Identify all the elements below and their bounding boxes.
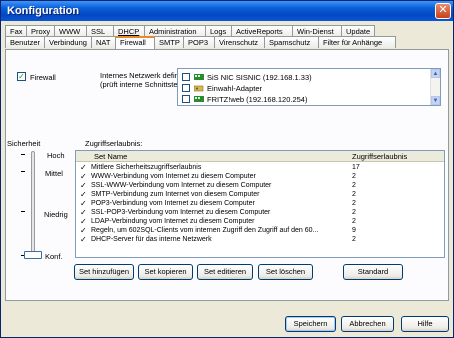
security-level-high: Hoch <box>47 151 65 160</box>
rule-checkbox[interactable]: ✓ <box>80 182 87 190</box>
column-header-set-name[interactable]: Set Name <box>94 152 127 161</box>
rule-checkbox[interactable]: ✓ <box>80 218 87 226</box>
access-rules-list[interactable]: Set Name Zugriffserlaubnis ✓ Mittlere Si… <box>75 150 445 258</box>
firewall-checkbox[interactable]: ✓ <box>17 72 26 81</box>
tab-smtp[interactable]: SMTP <box>154 36 184 48</box>
rule-count: 9 <box>352 227 356 234</box>
save-button[interactable]: Speichern <box>285 316 336 332</box>
add-set-button[interactable]: Set hinzufügen <box>74 264 134 280</box>
tab-dhcp-label: DHCP <box>118 27 140 36</box>
network-item-checkbox[interactable] <box>182 95 190 103</box>
rule-name: DHCP-Server für das interne Netzwerk <box>91 236 212 243</box>
edit-set-button[interactable]: Set editieren <box>197 264 253 280</box>
access-label: Zugriffserlaubnis: <box>85 139 143 148</box>
delete-set-button[interactable]: Set löschen <box>258 264 313 280</box>
tab-filter-anhaenge[interactable]: Filter für Anhänge <box>318 36 396 48</box>
scroll-down-icon[interactable]: ▼ <box>431 96 440 105</box>
slider-tick <box>21 171 25 172</box>
network-item-label: Einwahl-Adapter <box>207 83 263 93</box>
network-item[interactable]: Einwahl-Adapter <box>182 83 262 93</box>
rule-count: 17 <box>352 164 360 171</box>
close-button[interactable]: ✕ <box>435 3 451 19</box>
modem-icon <box>194 85 204 92</box>
rule-count: 2 <box>352 218 356 225</box>
cancel-button[interactable]: Abbrechen <box>341 316 394 332</box>
configuration-window: Konfiguration ✕ Fax Proxy WWW SSL DHCP A… <box>0 0 454 338</box>
rule-name: SSL-POP3-Verbindung vom Internet zu dies… <box>91 209 271 216</box>
network-item-label: FRITZ!web (192.168.120.254) <box>207 94 308 104</box>
table-row[interactable]: ✓ WWW-Verbindung vom Internet zu diesem … <box>76 173 444 181</box>
network-card-icon <box>194 74 204 80</box>
tab-benutzer[interactable]: Benutzer <box>5 36 45 48</box>
table-row[interactable]: ✓ DHCP-Server für das interne Netzwerk 2 <box>76 236 444 244</box>
internal-network-list[interactable]: SiS NIC SISNIC (192.168.1.33) Einwahl-Ad… <box>177 68 441 106</box>
rule-name: WWW-Verbindung vom Internet zu diesem Co… <box>91 173 256 180</box>
slider-tick <box>21 211 25 212</box>
rule-count: 2 <box>352 182 356 189</box>
network-item[interactable]: SiS NIC SISNIC (192.168.1.33) <box>182 72 312 82</box>
tab-verbindung[interactable]: Verbindung <box>44 36 92 48</box>
rule-checkbox[interactable]: ✓ <box>80 164 87 172</box>
security-slider-track[interactable] <box>31 151 35 257</box>
table-row[interactable]: ✓ SMTP-Verbindung zum Internet von diese… <box>76 191 444 199</box>
network-item-checkbox[interactable] <box>182 84 190 92</box>
rule-checkbox[interactable]: ✓ <box>80 209 87 217</box>
table-row[interactable]: ✓ SSL-POP3-Verbindung vom Internet zu di… <box>76 209 444 217</box>
rule-name: Regeln, um 602SQL-Clients vom internen Z… <box>91 227 319 234</box>
rule-name: Mittlere Sicherheitszugriffserlaubnis <box>91 164 202 171</box>
rule-count: 2 <box>352 209 356 216</box>
tab-nat[interactable]: NAT <box>91 36 116 48</box>
network-list-scrollbar[interactable]: ▲ ▼ <box>430 69 440 105</box>
firewall-label: Firewall <box>30 73 56 82</box>
tab-virenschutz[interactable]: Virenschutz <box>214 36 265 48</box>
security-slider-thumb[interactable] <box>24 251 42 259</box>
title-bar[interactable]: Konfiguration ✕ <box>1 1 453 21</box>
rule-name: SMTP-Verbindung zum Internet von diesem … <box>91 191 260 198</box>
rule-name: POP3-Verbindung vom Internet zu diesem C… <box>91 200 255 207</box>
rule-checkbox[interactable]: ✓ <box>80 236 87 244</box>
table-row[interactable]: ✓ SSL-WWW-Verbindung vom Internet zu die… <box>76 182 444 190</box>
scroll-up-icon[interactable]: ▲ <box>431 69 440 78</box>
network-card-icon <box>194 96 204 102</box>
rule-count: 2 <box>352 236 356 243</box>
network-item[interactable]: FRITZ!web (192.168.120.254) <box>182 94 307 104</box>
copy-set-button[interactable]: Set kopieren <box>138 264 193 280</box>
security-level-low: Niedrig <box>44 210 68 219</box>
rule-checkbox[interactable]: ✓ <box>80 200 87 208</box>
table-row[interactable]: ✓ POP3-Verbindung vom Internet zu diesem… <box>76 200 444 208</box>
rule-name: SSL-WWW-Verbindung vom Internet zu diese… <box>91 182 272 189</box>
security-level-custom: Konf. <box>45 252 63 261</box>
rule-checkbox[interactable]: ✓ <box>80 191 87 199</box>
slider-tick <box>21 154 25 155</box>
rule-checkbox[interactable]: ✓ <box>80 227 87 235</box>
tab-firewall[interactable]: Firewall <box>115 36 155 49</box>
security-level-medium: Mittel <box>45 169 63 178</box>
rules-list-header: Set Name Zugriffserlaubnis <box>76 151 444 162</box>
table-row[interactable]: ✓ Mittlere Sicherheitszugriffserlaubnis … <box>76 164 444 172</box>
security-label: Sicherheit <box>7 139 41 148</box>
rule-count: 2 <box>352 173 356 180</box>
window-title: Konfiguration <box>7 5 80 17</box>
column-header-access[interactable]: Zugriffserlaubnis <box>352 152 407 161</box>
rule-checkbox[interactable]: ✓ <box>80 173 87 181</box>
standard-button[interactable]: Standard <box>343 264 403 280</box>
tab-pop3[interactable]: POP3 <box>183 36 215 48</box>
help-button[interactable]: Hilfe <box>401 316 449 332</box>
tab-row-2: Benutzer Verbindung NAT Firewall SMTP PO… <box>5 36 396 49</box>
table-row[interactable]: ✓ Regeln, um 602SQL-Clients vom internen… <box>76 227 444 235</box>
rule-count: 2 <box>352 200 356 207</box>
rule-count: 2 <box>352 191 356 198</box>
rule-name: LDAP-Verbindung vom Internet zu diesem C… <box>91 218 255 225</box>
tab-spamschutz[interactable]: Spamschutz <box>264 36 319 48</box>
table-row[interactable]: ✓ LDAP-Verbindung vom Internet zu diesem… <box>76 218 444 226</box>
network-item-label: SiS NIC SISNIC (192.168.1.33) <box>207 72 312 82</box>
network-item-checkbox[interactable] <box>182 73 190 81</box>
